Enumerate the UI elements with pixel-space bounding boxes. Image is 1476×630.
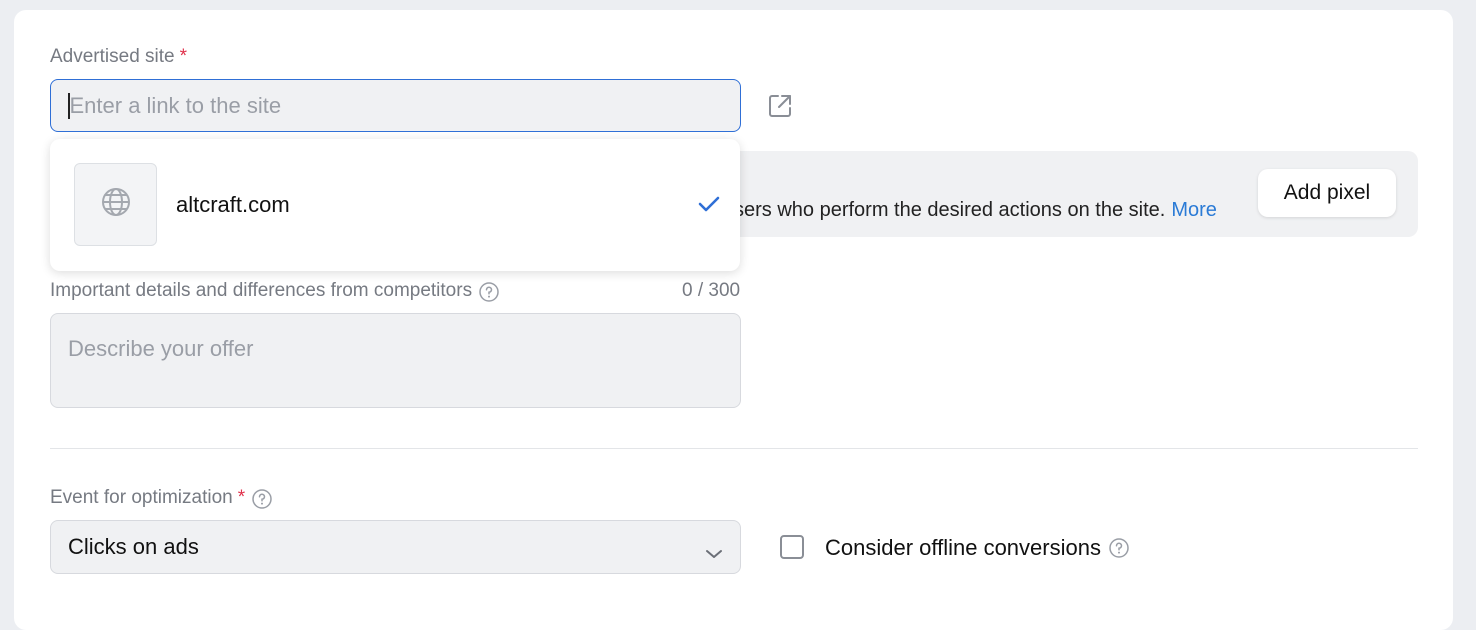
site-suggestions-dropdown: altcraft.com: [50, 139, 740, 271]
pixel-banner-text: sers who perform the desired actions on …: [734, 199, 1217, 222]
event-label-text: Event for optimization: [50, 487, 233, 508]
details-label-text: Important details and differences from c…: [50, 280, 473, 301]
pixel-banner-description: sers who perform the desired actions on …: [734, 199, 1166, 221]
char-counter: 0 / 300: [682, 280, 741, 301]
form-card: Advertised site * Enter a link to the si…: [14, 10, 1453, 630]
offline-conversions-checkbox[interactable]: [780, 535, 804, 559]
details-label: Important details and differences from c…: [50, 280, 499, 302]
site-link-input[interactable]: Enter a link to the site: [50, 79, 741, 132]
advertised-site-label: Advertised site *: [50, 46, 187, 68]
add-pixel-button[interactable]: Add pixel: [1258, 169, 1396, 217]
external-link-icon[interactable]: [767, 93, 793, 119]
advertised-site-label-text: Advertised site: [50, 46, 175, 67]
site-favicon: [74, 163, 157, 246]
required-mark: *: [179, 46, 188, 67]
suggestion-item[interactable]: altcraft.com: [50, 139, 740, 271]
required-mark: *: [237, 487, 246, 508]
more-link[interactable]: More: [1171, 199, 1217, 221]
offline-conversions-label: Consider offline conversions: [825, 535, 1129, 561]
offer-description-textarea[interactable]: Describe your offer: [50, 313, 741, 408]
check-icon: [698, 195, 720, 213]
offer-description-placeholder: Describe your offer: [68, 336, 254, 361]
site-link-placeholder: Enter a link to the site: [69, 92, 282, 118]
help-icon[interactable]: [252, 489, 272, 509]
help-icon[interactable]: [1109, 538, 1129, 558]
globe-icon: [100, 186, 132, 223]
event-select-value: Clicks on ads: [68, 534, 199, 559]
event-label: Event for optimization *: [50, 487, 272, 509]
suggestion-label: altcraft.com: [176, 192, 290, 217]
offline-conversions-label-text: Consider offline conversions: [825, 535, 1101, 560]
section-divider: [50, 448, 1418, 449]
event-select[interactable]: Clicks on ads: [50, 520, 741, 574]
chevron-down-icon: [704, 541, 724, 558]
help-icon[interactable]: [479, 282, 499, 302]
